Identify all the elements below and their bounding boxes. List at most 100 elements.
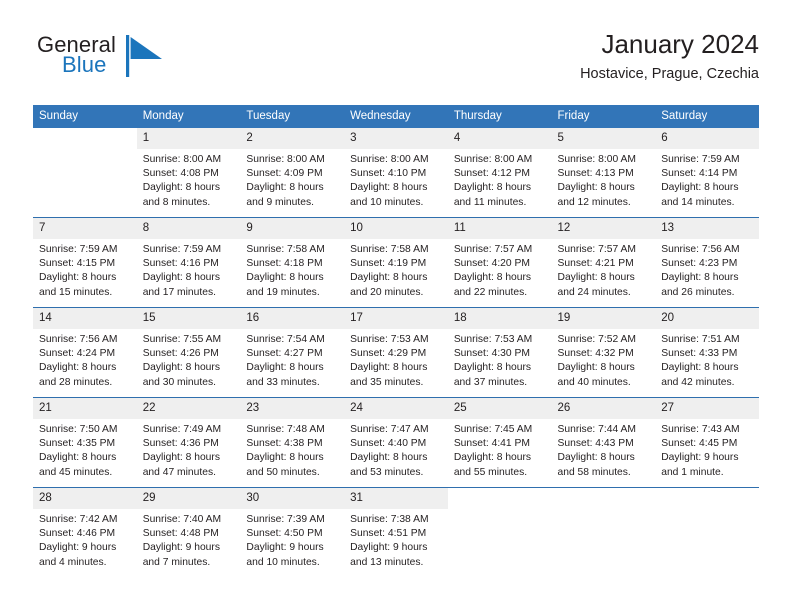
day-number: 4	[447, 128, 552, 149]
day-detail-line: Daylight: 8 hours	[350, 272, 428, 284]
day-number: 14	[33, 308, 137, 329]
calendar-day[interactable]: 8 Sunrise: 7:59 AM Sunset: 4:16 PM Daylight…	[136, 218, 241, 307]
day-detail-line: Sunset: 4:50 PM	[246, 528, 323, 540]
day-detail-line: and 37 minutes.	[453, 376, 528, 388]
calendar-day[interactable]: 17 Sunrise: 7:53 AM Sunset: 4:29 PM Dayligh…	[344, 308, 448, 397]
calendar-day-empty	[448, 488, 552, 577]
day-number: 10	[344, 218, 448, 239]
day-detail-line: Daylight: 9 hours	[142, 542, 220, 554]
general-blue-logo[interactable]: General Blue	[33, 32, 243, 88]
day-number: 21	[33, 398, 137, 419]
calendar-day[interactable]: 21 Sunrise: 7:50 AM Sunset: 4:35 PM Dayligh…	[33, 398, 137, 487]
weekday-header-row: Sunday Monday Tuesday Wednesday Thursday Frid…	[33, 105, 759, 128]
day-detail-line: and 7 minutes.	[142, 556, 211, 568]
calendar-day[interactable]: 14 Sunrise: 7:56 AM Sunset: 4:24 PM Dayligh…	[33, 308, 137, 397]
calendar-day-empty	[552, 488, 656, 577]
calendar-day[interactable]: 20 Sunrise: 7:51 AM Sunset: 4:33 PM Dayligh…	[655, 308, 759, 397]
day-number: 3	[344, 128, 448, 149]
day-details: Sunrise: 7:48 AM Sunset: 4:38 PM Daylight:…	[240, 419, 344, 480]
calendar-day[interactable]: 31 Sunrise: 7:38 AM Sunset: 4:51 PM Dayligh…	[344, 488, 448, 577]
calendar-day[interactable]: 9 Sunrise: 7:58 AM Sunset: 4:18 PM Daylight…	[240, 218, 345, 307]
triangle-flag-icon	[126, 35, 163, 77]
day-detail-line: Sunset: 4:32 PM	[557, 348, 634, 360]
calendar-day[interactable]: 25 Sunrise: 7:45 AM Sunset: 4:41 PM Dayligh…	[447, 398, 552, 487]
day-detail-line: Sunrise: 7:57 AM	[453, 244, 533, 255]
location-subtitle: Hostavice, Prague, Czechia	[580, 66, 759, 82]
day-detail-line: Daylight: 8 hours	[350, 182, 428, 194]
day-detail-line: Sunrise: 7:59 AM	[142, 244, 222, 255]
weekday-header-tuesday: Tuesday	[240, 105, 345, 128]
day-details: Sunrise: 7:56 AM Sunset: 4:24 PM Daylight:…	[33, 329, 137, 390]
day-detail-line: Sunrise: 7:55 AM	[142, 334, 222, 345]
calendar-day[interactable]: 18 Sunrise: 7:53 AM Sunset: 4:30 PM Dayligh…	[447, 308, 552, 397]
day-detail-line: Daylight: 8 hours	[39, 362, 117, 374]
calendar-day[interactable]: 11 Sunrise: 7:57 AM Sunset: 4:20 PM Dayligh…	[447, 218, 552, 307]
calendar-cell	[551, 487, 656, 577]
calendar-day[interactable]: 1 Sunrise: 8:00 AM Sunset: 4:08 PM Daylight…	[136, 128, 241, 217]
day-details: Sunrise: 7:53 AM Sunset: 4:29 PM Daylight:…	[344, 329, 448, 390]
calendar-day[interactable]: 13 Sunrise: 7:56 AM Sunset: 4:23 PM Dayligh…	[655, 218, 759, 307]
calendar-day[interactable]: 3 Sunrise: 8:00 AM Sunset: 4:10 PM Daylight…	[344, 128, 448, 217]
day-number	[448, 488, 552, 509]
calendar-day[interactable]: 26 Sunrise: 7:44 AM Sunset: 4:43 PM Dayligh…	[551, 398, 656, 487]
calendar-day[interactable]: 10 Sunrise: 7:58 AM Sunset: 4:19 PM Dayligh…	[344, 218, 448, 307]
calendar-day[interactable]: 19 Sunrise: 7:52 AM Sunset: 4:32 PM Dayligh…	[551, 308, 656, 397]
day-detail-line: Sunrise: 7:43 AM	[661, 424, 740, 435]
calendar-day[interactable]: 29 Sunrise: 7:40 AM Sunset: 4:48 PM Dayligh…	[136, 488, 241, 577]
calendar-grid: Sunday Monday Tuesday Wednesday Thursday Frid…	[33, 105, 759, 577]
day-number: 22	[136, 398, 241, 419]
day-detail-line: Daylight: 8 hours	[142, 182, 220, 194]
day-number: 2	[240, 128, 345, 149]
calendar-day[interactable]: 7 Sunrise: 7:59 AM Sunset: 4:15 PM Daylight…	[33, 218, 137, 307]
day-detail-line: Sunset: 4:19 PM	[350, 258, 427, 270]
day-detail-line: and 8 minutes.	[142, 196, 211, 208]
calendar-cell: 8 Sunrise: 7:59 AM Sunset: 4:16 PM Daylight…	[136, 217, 241, 308]
calendar-cell: 10 Sunrise: 7:58 AM Sunset: 4:19 PM Dayligh…	[344, 217, 448, 308]
day-detail-line: Daylight: 9 hours	[39, 542, 117, 554]
day-detail-line: Sunrise: 7:45 AM	[453, 424, 533, 435]
day-detail-line: Sunset: 4:23 PM	[661, 258, 738, 270]
day-detail-line: Daylight: 8 hours	[453, 452, 532, 464]
day-number	[552, 488, 656, 509]
day-detail-line: Sunrise: 7:50 AM	[39, 424, 118, 435]
calendar-cell: 9 Sunrise: 7:58 AM Sunset: 4:18 PM Daylight…	[240, 217, 345, 308]
day-details: Sunrise: 7:58 AM Sunset: 4:19 PM Daylight:…	[344, 239, 448, 300]
day-detail-line: Sunset: 4:08 PM	[142, 168, 219, 180]
calendar-cell: 16 Sunrise: 7:54 AM Sunset: 4:27 PM Dayligh…	[240, 307, 345, 398]
day-detail-line: Sunrise: 7:57 AM	[557, 244, 636, 255]
calendar-day[interactable]: 24 Sunrise: 7:47 AM Sunset: 4:40 PM Dayligh…	[344, 398, 448, 487]
day-detail-line: Sunset: 4:12 PM	[453, 168, 530, 180]
calendar-day[interactable]: 15 Sunrise: 7:55 AM Sunset: 4:26 PM Dayligh…	[136, 308, 241, 397]
day-detail-line: and 33 minutes.	[246, 376, 320, 388]
calendar-day[interactable]: 16 Sunrise: 7:54 AM Sunset: 4:27 PM Dayligh…	[240, 308, 345, 397]
day-detail-line: Sunrise: 7:52 AM	[557, 334, 636, 345]
calendar-day[interactable]: 6 Sunrise: 7:59 AM Sunset: 4:14 PM Daylight…	[655, 128, 759, 217]
day-detail-line: Sunrise: 7:59 AM	[39, 244, 118, 255]
calendar-day[interactable]: 23 Sunrise: 7:48 AM Sunset: 4:38 PM Dayligh…	[240, 398, 345, 487]
page-header: General Blue January 2024 Hostavice, Pra…	[33, 28, 759, 94]
day-details: Sunrise: 7:56 AM Sunset: 4:23 PM Daylight:…	[655, 239, 759, 300]
calendar-day[interactable]: 2 Sunrise: 8:00 AM Sunset: 4:09 PM Daylight…	[240, 128, 345, 217]
calendar-day[interactable]: 12 Sunrise: 7:57 AM Sunset: 4:21 PM Dayligh…	[551, 218, 656, 307]
calendar-day[interactable]: 22 Sunrise: 7:49 AM Sunset: 4:36 PM Dayligh…	[136, 398, 241, 487]
day-details: Sunrise: 7:38 AM Sunset: 4:51 PM Daylight:…	[344, 509, 448, 570]
calendar-day[interactable]: 27 Sunrise: 7:43 AM Sunset: 4:45 PM Dayligh…	[655, 398, 759, 487]
day-detail-line: Daylight: 8 hours	[39, 272, 117, 284]
day-number: 11	[447, 218, 552, 239]
day-detail-line: Daylight: 8 hours	[557, 362, 635, 374]
calendar-day[interactable]: 5 Sunrise: 8:00 AM Sunset: 4:13 PM Daylight…	[551, 128, 656, 217]
day-detail-line: and 58 minutes.	[557, 466, 631, 478]
day-number: 12	[551, 218, 656, 239]
calendar-day[interactable]: 4 Sunrise: 8:00 AM Sunset: 4:12 PM Daylight…	[447, 128, 552, 217]
day-detail-line: and 24 minutes.	[557, 286, 631, 298]
calendar-cell: 29 Sunrise: 7:40 AM Sunset: 4:48 PM Dayligh…	[136, 487, 241, 577]
day-details: Sunrise: 7:59 AM Sunset: 4:16 PM Daylight:…	[137, 239, 241, 300]
calendar-day[interactable]: 28 Sunrise: 7:42 AM Sunset: 4:46 PM Dayligh…	[33, 488, 137, 577]
day-detail-line: and 42 minutes.	[661, 376, 735, 388]
day-detail-line: and 20 minutes.	[350, 286, 424, 298]
calendar-day[interactable]: 30 Sunrise: 7:39 AM Sunset: 4:50 PM Dayligh…	[240, 488, 345, 577]
day-detail-line: Sunrise: 7:59 AM	[661, 154, 740, 165]
day-number	[33, 128, 137, 149]
day-detail-line: Sunset: 4:27 PM	[246, 348, 323, 360]
day-detail-line: Daylight: 8 hours	[453, 182, 532, 194]
